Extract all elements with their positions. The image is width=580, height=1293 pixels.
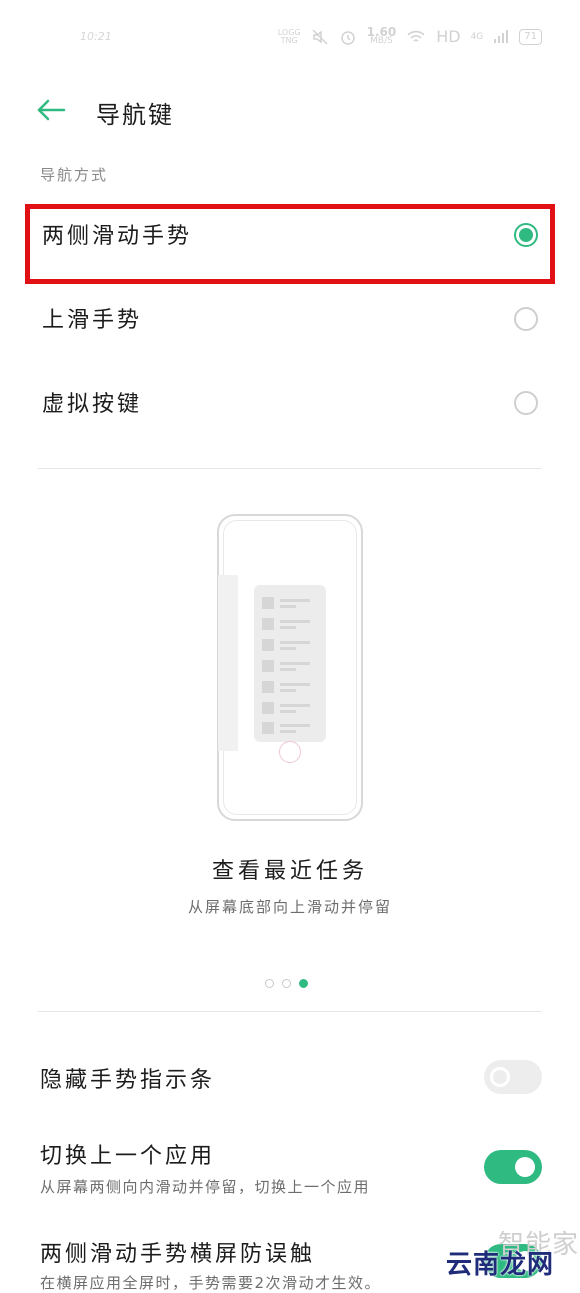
option-virtual-keys[interactable]: 虚拟按键 [0, 364, 580, 446]
setting-label: 切换上一个应用 [40, 1144, 216, 1169]
switch-previous-app-toggle[interactable] [484, 1150, 542, 1184]
header: 导航键 [0, 85, 580, 135]
page-title: 导航键 [96, 101, 174, 129]
home-indicator-icon [279, 741, 301, 763]
status-icons: LOGG TNG 1.60 MB/S HD 4G 71 [277, 26, 542, 46]
page-dot-active[interactable] [299, 979, 308, 988]
arrow-left-icon[interactable] [36, 95, 66, 125]
radio-button[interactable] [514, 307, 538, 331]
alarm-icon [340, 30, 355, 45]
setting-description: 在横屏应用全屏时，手势需要2次滑动才生效。 [40, 1274, 382, 1292]
card-row [262, 597, 318, 611]
network-speed: 1.60 MB/S [367, 26, 397, 46]
page-dot[interactable] [265, 979, 274, 988]
signal-icon [494, 29, 509, 43]
page-dot[interactable] [282, 979, 291, 988]
wifi-icon [407, 30, 425, 42]
card-row [262, 639, 318, 653]
page-indicator [265, 979, 308, 988]
divider [38, 1011, 542, 1012]
card-row [262, 618, 318, 632]
side-panel-illustration [218, 575, 238, 751]
lg-label: LOGG TNG [277, 27, 301, 45]
radio-button[interactable] [514, 391, 538, 415]
card-row [262, 702, 318, 716]
option-label: 上滑手势 [42, 308, 143, 333]
battery-icon: 71 [519, 28, 542, 45]
recent-task-card-illustration [254, 585, 326, 742]
hide-gesture-bar-toggle[interactable] [484, 1060, 542, 1094]
watermark-bottom: 云南龙网 [446, 1250, 555, 1280]
setting-label: 两侧滑动手势横屏防误触 [40, 1242, 316, 1267]
option-label: 虚拟按键 [42, 392, 143, 417]
card-row [262, 681, 318, 695]
status-bar: 10:21 LOGG TNG 1.60 MB/S HD 4G 71 [0, 0, 580, 70]
card-row [262, 722, 318, 736]
setting-label: 隐藏手势指示条 [40, 1068, 216, 1093]
hd-label: HD [436, 27, 461, 46]
divider [38, 468, 542, 469]
feature-title: 查看最近任务 [211, 859, 368, 884]
card-row [262, 660, 318, 674]
setting-description: 从屏幕两侧向内滑动并停留，切换上一个应用 [40, 1178, 371, 1196]
highlight-box [25, 204, 555, 284]
mute-icon [312, 28, 328, 45]
network-type: 4G [470, 31, 484, 42]
feature-description: 从屏幕底部向上滑动并停留 [187, 898, 392, 916]
speed-unit: MB/S [370, 35, 393, 46]
option-swipe-up[interactable]: 上滑手势 [0, 280, 580, 362]
section-label: 导航方式 [40, 166, 109, 184]
status-time: 10:21 [80, 30, 112, 43]
watermark: 智能家 云南龙网 [440, 1224, 580, 1284]
